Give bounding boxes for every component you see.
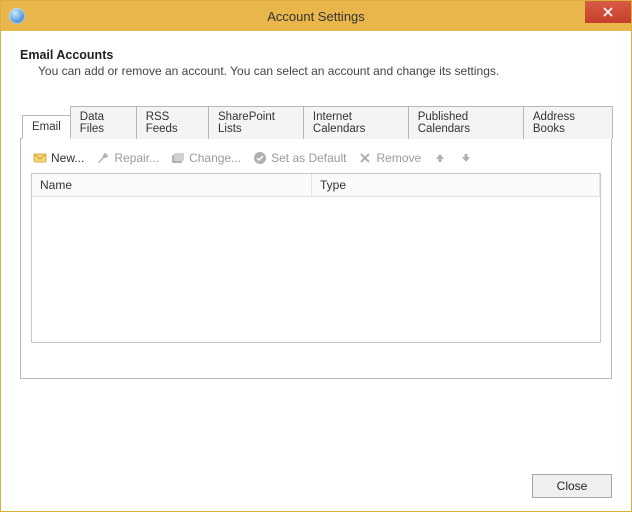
account-settings-window: Account Settings Email Accounts You can … <box>0 0 632 512</box>
table-header: Name Type <box>32 174 600 197</box>
window-title: Account Settings <box>1 9 631 24</box>
toolbar: New... Repair... Change... <box>31 149 601 173</box>
tab-internet-calendars[interactable]: Internet Calendars <box>303 106 409 139</box>
repair-button[interactable]: Repair... <box>96 151 159 165</box>
tabs-container: Email Data Files RSS Feeds SharePoint Li… <box>20 106 612 379</box>
tab-sharepoint-lists[interactable]: SharePoint Lists <box>208 106 304 139</box>
move-up-button[interactable] <box>433 151 447 165</box>
tab-panel: New... Repair... Change... <box>20 139 612 379</box>
remove-button[interactable]: Remove <box>358 151 421 165</box>
remove-icon <box>358 151 372 165</box>
toolbar-label: Change... <box>189 151 241 165</box>
toolbar-label: Repair... <box>114 151 159 165</box>
section-subheading: You can add or remove an account. You ca… <box>38 64 612 78</box>
accounts-table: Name Type <box>31 173 601 343</box>
check-circle-icon <box>253 151 267 165</box>
move-down-button[interactable] <box>459 151 473 165</box>
tab-label: Internet Calendars <box>313 111 365 135</box>
tab-data-files[interactable]: Data Files <box>70 106 137 139</box>
tab-label: Published Calendars <box>418 111 470 135</box>
toolbar-label: Set as Default <box>271 151 346 165</box>
tab-label: Address Books <box>533 111 575 135</box>
column-header-name[interactable]: Name <box>32 174 312 196</box>
toolbar-label: New... <box>51 151 84 165</box>
toolbar-label: Remove <box>376 151 421 165</box>
button-label: Close <box>557 479 588 493</box>
arrow-down-icon <box>459 151 473 165</box>
tab-label: SharePoint Lists <box>218 111 275 135</box>
dialog-footer: Close <box>20 464 612 498</box>
tab-email[interactable]: Email <box>22 115 71 139</box>
tab-strip: Email Data Files RSS Feeds SharePoint Li… <box>20 106 612 139</box>
repair-icon <box>96 151 110 165</box>
tab-published-calendars[interactable]: Published Calendars <box>408 106 524 139</box>
tab-label: Data Files <box>80 111 104 135</box>
tab-rss-feeds[interactable]: RSS Feeds <box>136 106 209 139</box>
content-area: Email Accounts You can add or remove an … <box>1 31 631 511</box>
change-button[interactable]: Change... <box>171 151 241 165</box>
arrow-up-icon <box>433 151 447 165</box>
tab-address-books[interactable]: Address Books <box>523 106 613 139</box>
section-heading: Email Accounts <box>20 48 612 62</box>
set-default-button[interactable]: Set as Default <box>253 151 346 165</box>
tab-label: Email <box>32 121 61 133</box>
new-button[interactable]: New... <box>33 151 84 165</box>
change-icon <box>171 151 185 165</box>
tab-label: RSS Feeds <box>146 111 178 135</box>
close-button[interactable]: Close <box>532 474 612 498</box>
titlebar: Account Settings <box>1 1 631 31</box>
new-mail-icon <box>33 151 47 165</box>
column-header-type[interactable]: Type <box>312 174 600 196</box>
